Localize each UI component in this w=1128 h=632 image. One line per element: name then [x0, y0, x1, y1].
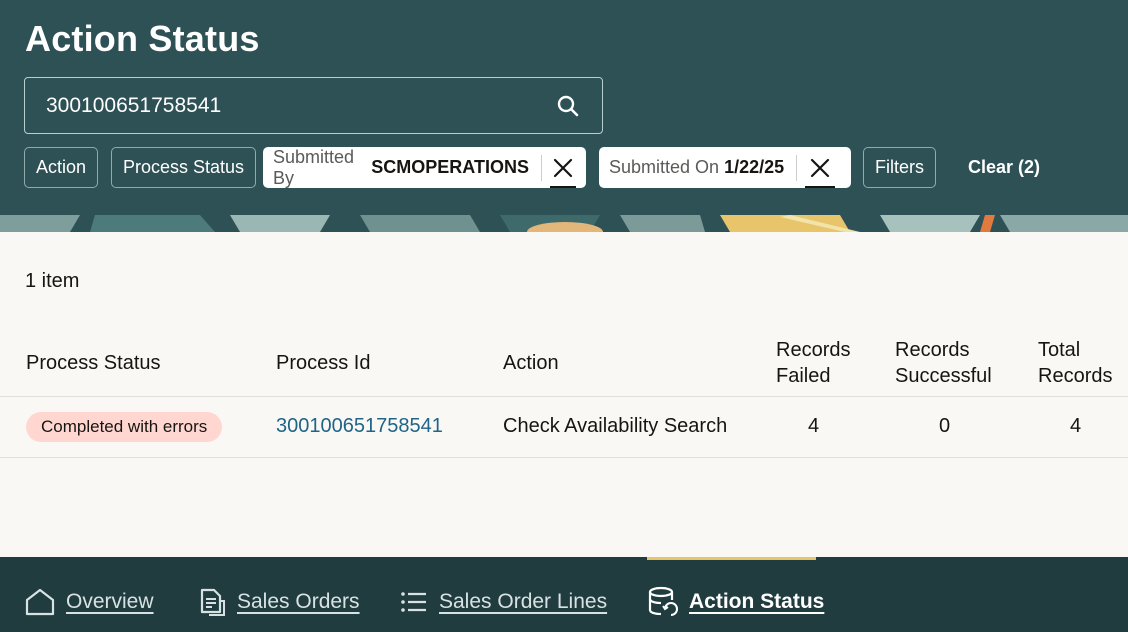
active-tab-indicator	[647, 557, 816, 560]
column-header-total-records-line2: Records	[1038, 365, 1113, 387]
close-icon[interactable]	[549, 150, 576, 188]
nav-item-action-status-label: Action Status	[689, 590, 825, 613]
close-icon[interactable]	[805, 150, 836, 188]
total-records-cell: 4	[1070, 415, 1082, 437]
table-divider	[0, 457, 1128, 458]
submitted-by-value: SCMOPERATIONS	[371, 157, 529, 177]
nav-item-overview-label: Overview	[66, 590, 154, 613]
nav-item-overview[interactable]: Overview	[24, 585, 154, 619]
column-header-records-failed-line2: Failed	[776, 365, 831, 387]
nav-item-sales-orders-label: Sales Orders	[237, 590, 360, 613]
decorative-banner	[0, 215, 1128, 232]
column-header-records-failed-line1: Records	[776, 339, 851, 361]
chip-divider	[540, 154, 542, 181]
search-icon[interactable]	[556, 94, 580, 118]
records-successful-cell: 0	[939, 415, 951, 437]
records-failed-cell: 4	[808, 415, 820, 437]
nav-item-sales-orders[interactable]: Sales Orders	[197, 585, 360, 619]
process-status-filter-label: Process Status	[123, 157, 245, 177]
page-header: Action Status 300100651758541 Action Pro…	[0, 0, 1128, 232]
column-header-records-successful-line2: Successful	[895, 365, 992, 387]
column-header-process-status[interactable]: Process Status	[26, 350, 161, 376]
search-input-value: 300100651758541	[46, 94, 222, 117]
bottom-navigation: Overview Sales Orders Sales Order Lines …	[0, 557, 1128, 632]
submitted-on-filter-chip[interactable]: Submitted On 1/22/25	[599, 147, 851, 188]
submitted-by-filter-chip[interactable]: Submitted By SCMOPERATIONS	[263, 147, 586, 188]
table-divider	[0, 396, 1128, 397]
action-cell: Check Availability Search	[503, 415, 728, 437]
submitted-by-label: Submitted By	[273, 146, 355, 188]
chip-divider	[796, 154, 798, 181]
status-badge: Completed with errors	[26, 412, 223, 442]
column-header-records-successful[interactable]: Records Successful	[895, 337, 992, 389]
list-icon	[401, 592, 426, 612]
nav-item-sales-order-lines-label: Sales Order Lines	[439, 590, 608, 613]
nav-item-sales-order-lines[interactable]: Sales Order Lines	[399, 585, 607, 619]
filters-button-label: Filters	[875, 157, 924, 177]
process-id-link[interactable]: 300100651758541	[276, 415, 443, 438]
database-refresh-icon	[648, 586, 678, 616]
column-header-records-failed[interactable]: Records Failed	[776, 337, 850, 389]
nav-item-action-status[interactable]: Action Status	[647, 585, 824, 619]
home-icon	[25, 588, 55, 616]
action-filter-chip[interactable]: Action	[24, 147, 99, 188]
submitted-on-label: Submitted On	[609, 157, 720, 177]
column-header-process-id[interactable]: Process Id	[276, 350, 370, 376]
filters-button[interactable]: Filters	[863, 147, 936, 188]
item-count: 1 item	[25, 270, 80, 292]
column-header-total-records[interactable]: Total Records	[1038, 337, 1112, 389]
column-header-action[interactable]: Action	[503, 350, 559, 376]
column-header-records-successful-line1: Records	[895, 339, 970, 361]
document-icon	[200, 588, 225, 616]
process-status-filter-chip[interactable]: Process Status	[111, 147, 257, 188]
page-title: Action Status	[25, 18, 260, 59]
search-input[interactable]: 300100651758541	[24, 77, 603, 134]
action-filter-label: Action	[36, 157, 87, 177]
clear-filters-link[interactable]: Clear (2)	[968, 157, 1040, 178]
results-panel: 1 item Process Status Process Id Action …	[0, 232, 1128, 557]
submitted-on-value: 1/22/25	[724, 157, 785, 177]
column-header-total-records-line1: Total	[1038, 339, 1081, 361]
